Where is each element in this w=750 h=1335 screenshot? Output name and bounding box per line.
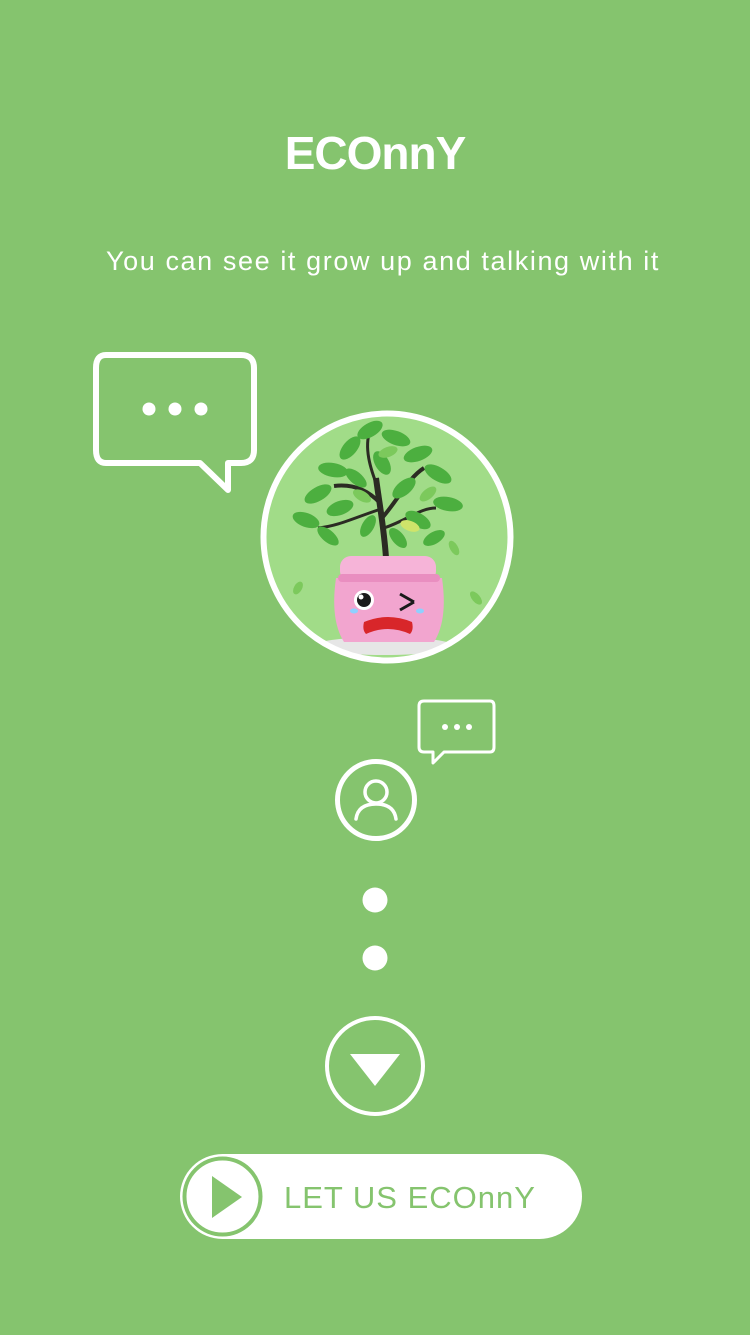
progress-dots xyxy=(362,887,388,971)
plant-avatar xyxy=(260,410,514,664)
progress-dot xyxy=(362,887,388,913)
small-speech-bubble-icon xyxy=(417,699,496,765)
progress-dot xyxy=(362,945,388,971)
tagline: You can see it grow up and talking with … xyxy=(105,246,660,276)
let-us-econny-button[interactable]: LET US ECOnnY xyxy=(180,1154,582,1239)
down-triangle-icon xyxy=(350,1054,400,1086)
user-profile-icon[interactable] xyxy=(334,758,418,842)
cta-label: LET US ECOnnY xyxy=(284,1180,536,1215)
large-speech-bubble-icon xyxy=(93,352,257,493)
next-down-button[interactable] xyxy=(324,1015,426,1117)
play-icon xyxy=(182,1156,263,1237)
app-title: ECOnnY xyxy=(284,127,467,179)
